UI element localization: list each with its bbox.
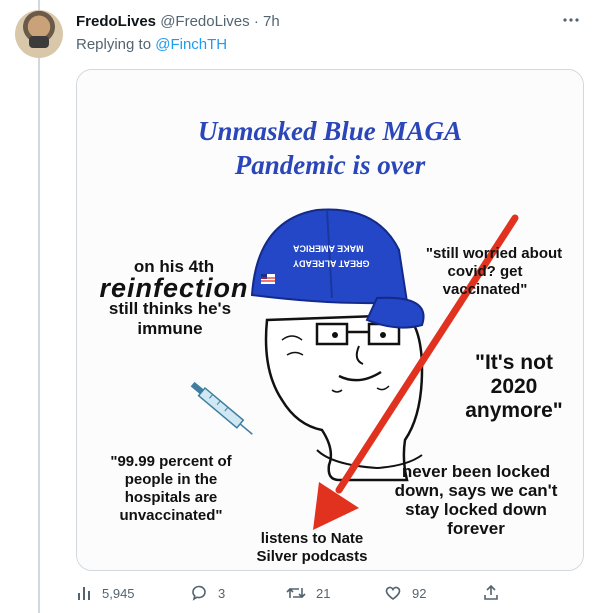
retweet-icon — [286, 584, 306, 602]
left-bottom-line2: people in the — [124, 471, 218, 488]
media-card[interactable]: Unmasked Blue MAGA Pandemic is over MAKE… — [76, 69, 584, 571]
right-mid-line1: "It's not — [475, 351, 553, 374]
meme-image[interactable]: Unmasked Blue MAGA Pandemic is over MAKE… — [77, 70, 583, 570]
share-action[interactable] — [482, 582, 500, 604]
left-bottom-line4: unvaccinated" — [119, 507, 223, 524]
right-bottom-line3: stay locked down — [405, 500, 547, 519]
views-action[interactable]: 5,945 — [76, 582, 135, 604]
hat-text-line1: MAKE AMERICA — [293, 243, 364, 254]
thread-connector-line — [38, 0, 40, 613]
like-count: 92 — [412, 585, 427, 601]
right-bottom-line2: down, says we can't — [394, 481, 558, 500]
right-top-line1: "still worried about — [425, 245, 563, 262]
tweet-action-bar: 5,945 3 21 92 — [76, 582, 582, 604]
meme-title-line2: Pandemic is over — [234, 150, 426, 180]
bottom-line1: listens to Nate — [260, 530, 364, 547]
right-top-line2: covid? get — [447, 263, 523, 280]
reply-action[interactable]: 3 — [190, 582, 225, 604]
left-bottom-line3: hospitals are — [124, 489, 218, 506]
tweet-header: FredoLives @FredoLives · 7h — [76, 12, 280, 32]
meme-title-line1: Unmasked Blue MAGA — [197, 116, 463, 146]
separator-dot: · — [253, 13, 259, 30]
left-bottom-line1: "99.99 percent of — [110, 453, 232, 470]
analytics-icon — [76, 585, 92, 601]
replying-prefix: Replying to — [76, 36, 152, 53]
heart-icon — [384, 584, 402, 602]
hat-text-line2: GREAT ALREADY — [293, 258, 370, 269]
left-top-line3: still thinks he's — [108, 299, 232, 318]
replying-to-link[interactable]: @FinchTH — [155, 36, 227, 53]
views-count: 5,945 — [102, 585, 135, 601]
right-top-line3: vaccinated" — [442, 281, 528, 298]
replying-to-line: Replying to @FinchTH — [76, 35, 227, 55]
reply-icon — [190, 584, 208, 602]
user-handle[interactable]: @FredoLives — [160, 13, 249, 30]
right-mid-line2: 2020 — [490, 375, 538, 398]
right-bottom-line4: forever — [447, 519, 505, 538]
share-icon — [482, 584, 500, 602]
retweet-action[interactable]: 21 — [286, 582, 330, 604]
like-action[interactable]: 92 — [384, 582, 426, 604]
left-top-line4: immune — [137, 319, 203, 338]
avatar[interactable] — [15, 10, 63, 58]
right-mid-line3: anymore" — [465, 399, 563, 422]
right-bottom-line1: never been locked — [401, 462, 551, 481]
more-horizontal-icon[interactable] — [561, 10, 581, 35]
display-name[interactable]: FredoLives — [76, 13, 156, 30]
bottom-line2: Silver podcasts — [256, 548, 368, 565]
respirator-mask-icon — [29, 36, 49, 48]
reply-count: 3 — [218, 585, 226, 601]
tweet-age[interactable]: 7h — [263, 13, 280, 30]
retweet-count: 21 — [316, 585, 331, 601]
